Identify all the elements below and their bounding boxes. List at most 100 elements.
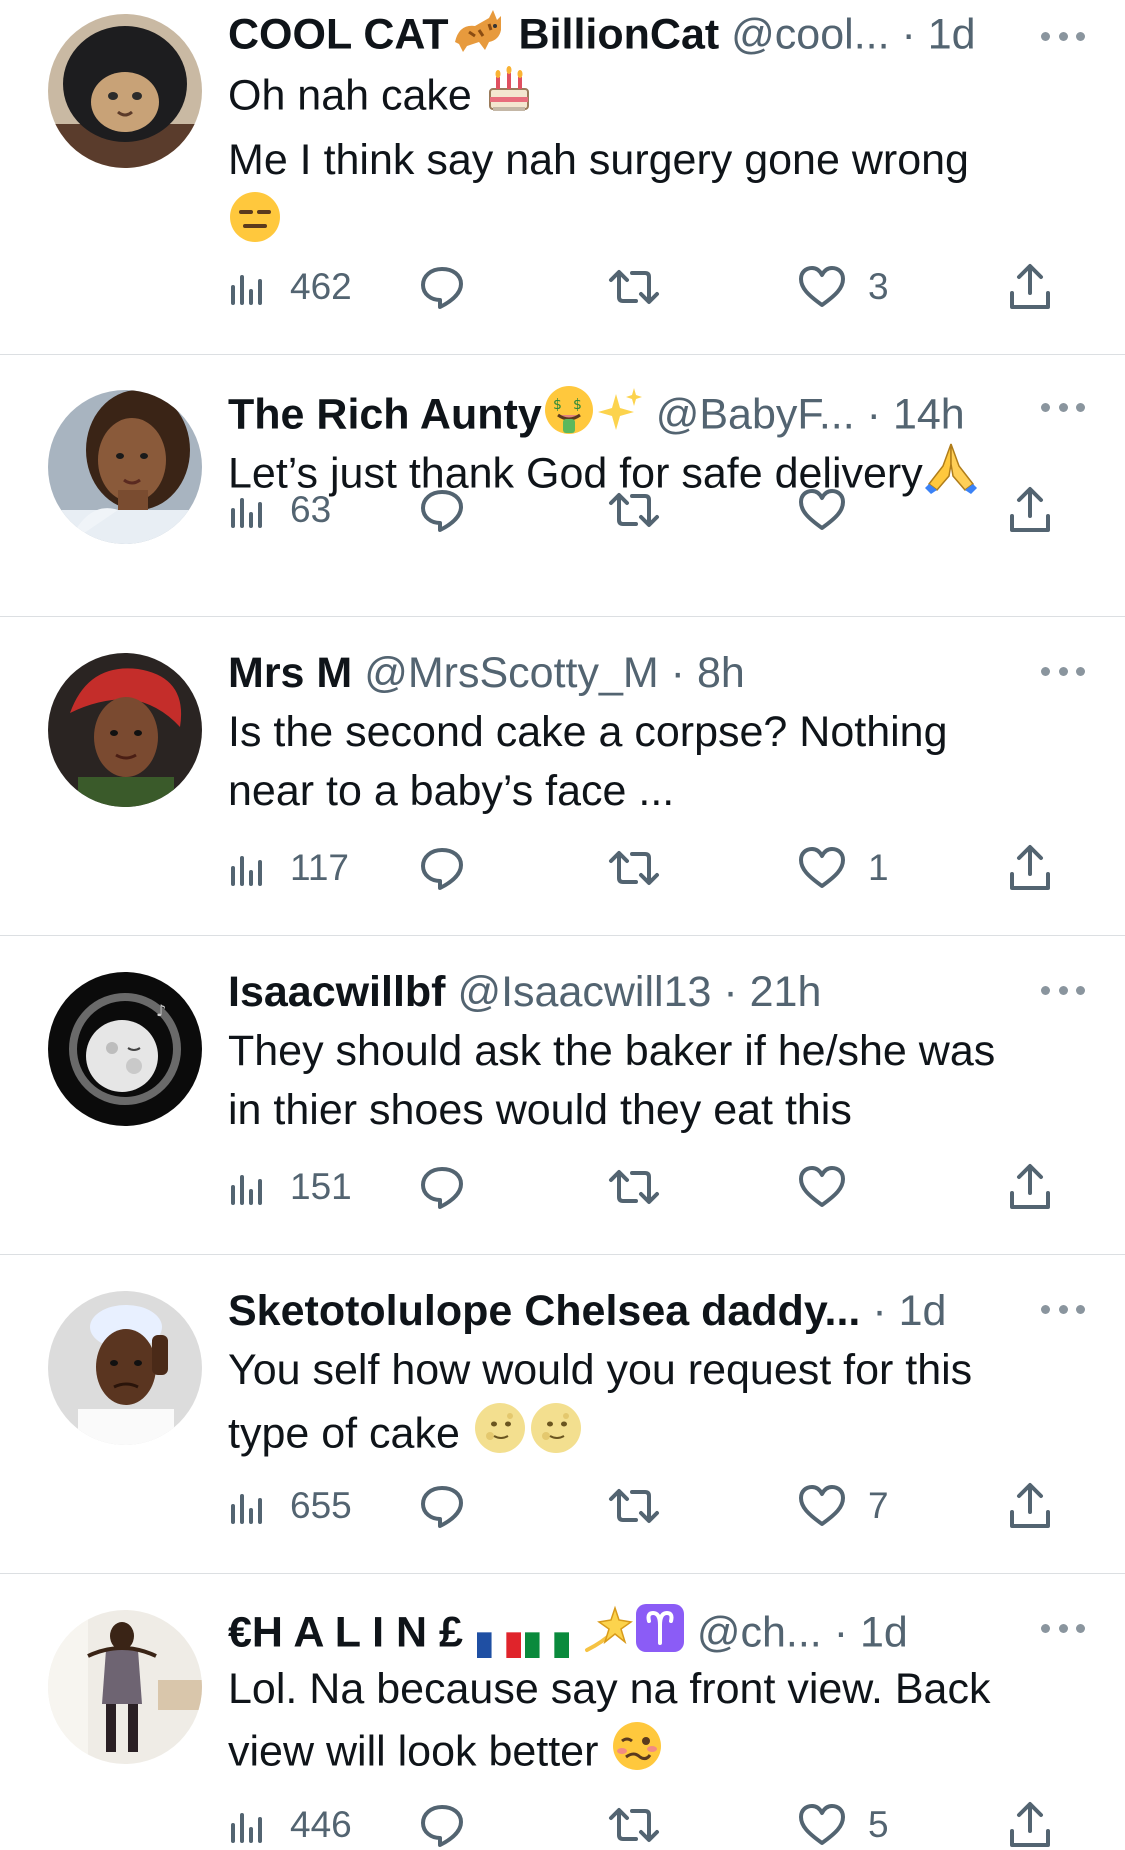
tweet-line: They should ask the baker if he/she was <box>228 1027 996 1075</box>
tweet-line: Oh nah cake <box>228 71 472 120</box>
reply-button[interactable] <box>418 485 466 535</box>
user-handle[interactable]: @Isaacwill13 <box>457 968 711 1016</box>
avatar[interactable]: ♪ <box>48 972 202 1126</box>
france-flag-icon <box>476 1620 521 1658</box>
display-name[interactable]: COOL CAT <box>228 10 449 58</box>
views-count: 117 <box>290 847 349 888</box>
display-name[interactable]: Sketotolulope Chelsea daddy... <box>228 1287 860 1335</box>
views-button[interactable]: 63 <box>228 485 331 535</box>
likes-count: 3 <box>868 266 889 307</box>
more-icon[interactable] <box>1041 397 1085 417</box>
views-button[interactable]: 117 <box>228 843 349 893</box>
reply-button[interactable] <box>418 843 466 893</box>
share-button[interactable] <box>1008 1800 1052 1850</box>
retweet-button[interactable] <box>608 262 660 312</box>
reply-button[interactable] <box>418 1481 466 1531</box>
avatar-image <box>48 390 202 544</box>
woozy-face-emoji-icon <box>610 1719 664 1789</box>
display-name[interactable]: Isaacwillbf <box>228 968 445 1016</box>
share-button[interactable] <box>1008 485 1052 535</box>
retweet-button[interactable] <box>608 1481 660 1531</box>
share-button[interactable] <box>1008 843 1052 893</box>
money-mouth-face-emoji-icon: $ $ <box>542 383 596 439</box>
like-button[interactable]: 1 <box>798 843 889 893</box>
display-name[interactable]: Mrs M <box>228 649 352 697</box>
likes-count: 1 <box>868 847 889 888</box>
like-button[interactable] <box>798 1162 868 1212</box>
timestamp[interactable]: 14h <box>893 390 965 438</box>
timestamp[interactable]: 8h <box>697 649 745 697</box>
more-icon[interactable] <box>1041 980 1085 1000</box>
tweet-line: Is the second cake a corpse? Nothing <box>228 708 948 756</box>
display-name-suffix[interactable]: BillionCat <box>519 10 720 58</box>
reply-button[interactable] <box>418 1800 466 1850</box>
reply-button[interactable] <box>418 1162 466 1212</box>
display-name[interactable]: €H A L I N £ <box>228 1608 463 1656</box>
dizzy-emoji-icon <box>583 1602 635 1658</box>
retweet-icon <box>609 493 659 527</box>
like-button[interactable] <box>798 485 868 535</box>
tweet-line: Me I think say nah surgery gone wrong <box>228 136 969 184</box>
retweet-button[interactable] <box>608 1162 660 1212</box>
reply-button[interactable] <box>418 262 466 312</box>
views-button[interactable]: 446 <box>228 1800 352 1850</box>
more-icon[interactable] <box>1041 661 1085 681</box>
more-icon[interactable] <box>1041 26 1085 46</box>
user-handle[interactable]: @BabyF... <box>656 390 855 438</box>
reply-tweet[interactable]: The Rich Aunty $ $ @BabyF... · 14h Let’s j… <box>0 355 1125 617</box>
reply-tweet[interactable]: €H A L I N £ @ch... · 1d Lol. Na because… <box>0 1574 1125 1847</box>
reply-tweet[interactable]: COOL CAT BillionCat @cool... · 1d Oh nah… <box>0 0 1125 352</box>
timestamp[interactable]: 1d <box>860 1608 908 1656</box>
like-icon <box>799 847 845 888</box>
tweet-line: near to a baby’s face ... <box>228 767 675 815</box>
retweet-button[interactable] <box>608 1800 660 1850</box>
full-moon-face-emoji-icon <box>472 1400 528 1472</box>
user-handle[interactable]: @MrsScotty_M <box>364 649 659 697</box>
views-count: 63 <box>290 489 332 530</box>
reply-tweet[interactable]: Sketotolulope Chelsea daddy... · 1d You … <box>0 1255 1125 1573</box>
reply-tweet[interactable]: ♪ Isaacwillbf @Isaacwill13 · 21h They sh… <box>0 936 1125 1254</box>
views-icon <box>231 498 262 528</box>
views-button[interactable]: 151 <box>228 1162 352 1212</box>
tweet-header: COOL CAT BillionCat @cool... · 1d <box>228 6 1005 62</box>
likes-count: 5 <box>868 1804 889 1845</box>
user-handle[interactable]: @ch... <box>697 1608 822 1656</box>
views-button[interactable]: 462 <box>228 262 352 312</box>
avatar[interactable] <box>48 653 202 807</box>
share-button[interactable] <box>1008 1162 1052 1212</box>
avatar[interactable] <box>48 390 202 544</box>
user-handle[interactable]: @cool... <box>731 10 889 58</box>
avatar[interactable] <box>48 1610 202 1764</box>
retweet-button[interactable] <box>608 485 660 535</box>
reply-tweet[interactable]: Mrs M @MrsScotty_M · 8h Is the second ca… <box>0 617 1125 935</box>
avatar[interactable] <box>48 1291 202 1445</box>
share-icon <box>1010 264 1050 309</box>
timestamp[interactable]: 21h <box>750 968 822 1016</box>
timestamp[interactable]: 1d <box>899 1287 947 1335</box>
share-icon <box>1010 845 1050 890</box>
more-icon[interactable] <box>1041 1299 1085 1319</box>
tweet-header: €H A L I N £ @ch... · 1d <box>228 1602 1005 1658</box>
like-button[interactable]: 5 <box>798 1800 889 1850</box>
views-button[interactable]: 655 <box>228 1481 352 1531</box>
nigeria-flag-icon <box>524 1620 569 1658</box>
share-button[interactable] <box>1008 262 1052 312</box>
like-button[interactable]: 3 <box>798 262 889 312</box>
like-button[interactable]: 7 <box>798 1481 889 1531</box>
tweet-line: You self how would you request for this <box>228 1346 973 1394</box>
display-name[interactable]: The Rich Aunty <box>228 390 542 438</box>
retweet-icon <box>609 270 659 304</box>
share-icon <box>1010 1483 1050 1528</box>
views-count: 446 <box>290 1804 352 1845</box>
share-button[interactable] <box>1008 1481 1052 1531</box>
timestamp[interactable]: 1d <box>928 10 976 58</box>
retweet-button[interactable] <box>608 843 660 893</box>
separator-dot: · <box>833 1608 849 1657</box>
avatar[interactable] <box>48 14 202 168</box>
retweet-icon <box>609 1489 659 1523</box>
like-icon <box>799 1166 845 1207</box>
more-icon[interactable] <box>1041 1618 1085 1638</box>
tweet-text: Lol. Na because say na front view. Back … <box>228 1660 1088 1789</box>
like-icon <box>799 489 845 530</box>
cat-emoji-icon <box>449 6 507 62</box>
